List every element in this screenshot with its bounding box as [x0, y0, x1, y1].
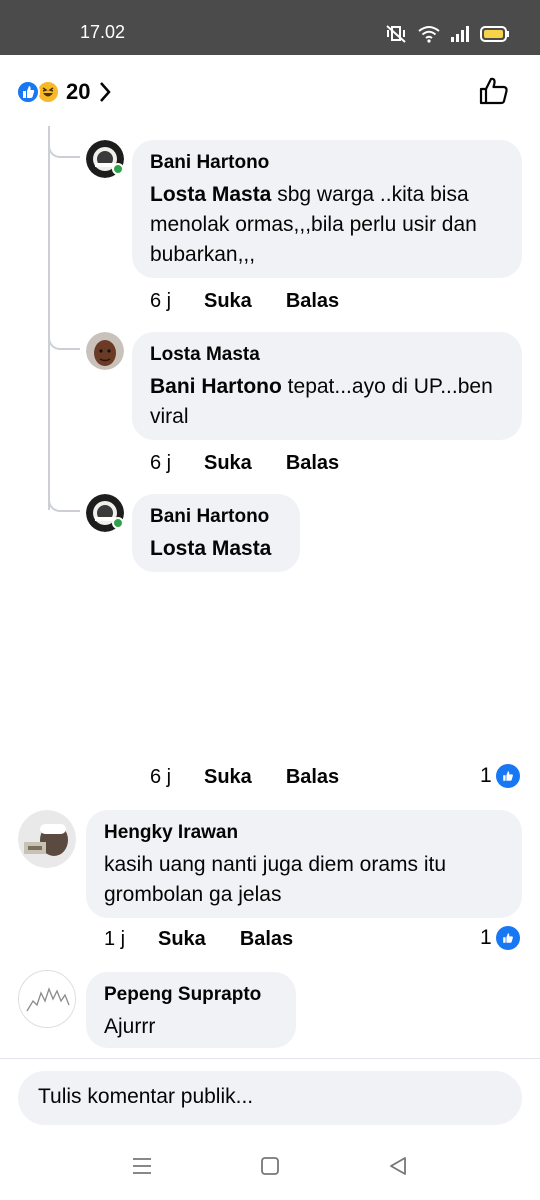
reply-link[interactable]: Balas [286, 452, 339, 475]
reply-link[interactable]: Balas [286, 290, 339, 313]
reply-link[interactable]: Balas [240, 928, 293, 951]
like-reaction-icon [495, 926, 520, 950]
comment-text: Bani Hartono tepat...ayo di UP...ben vir… [150, 375, 493, 428]
like-reaction-icon [16, 80, 40, 104]
comment-text: kasih uang nanti juga diem orams itu gro… [104, 853, 447, 906]
avatar[interactable] [18, 810, 76, 868]
mention-tag[interactable]: Bani Hartono [150, 375, 282, 398]
comment-like-count[interactable]: 1 [480, 926, 520, 950]
thread-branch [48, 338, 80, 350]
vibrate-mute-icon [386, 25, 406, 43]
comment-bubble[interactable]: Losta Masta Bani Hartono tepat...ayo di … [132, 332, 522, 440]
author-name[interactable]: Pepeng Suprapto [104, 984, 278, 1006]
battery-icon [480, 26, 509, 42]
mention-tag[interactable]: Losta Masta [150, 183, 271, 206]
comment-actions: 6 j Suka Balas [150, 766, 373, 789]
mention-tag[interactable]: Losta Masta [150, 537, 271, 560]
comment-time[interactable]: 6 j [150, 290, 204, 313]
like-link[interactable]: Suka [158, 928, 206, 951]
like-count-value: 1 [480, 926, 492, 949]
avatar[interactable] [86, 332, 124, 370]
thread-line [48, 126, 50, 510]
comment-text: Losta Masta [150, 534, 282, 564]
chevron-right-icon [100, 82, 112, 102]
author-name[interactable]: Bani Hartono [150, 506, 282, 528]
status-bar: 17.02 [0, 0, 540, 55]
comment-time[interactable]: 6 j [150, 452, 204, 475]
comment-composer-bar: Tulis komentar publik... [0, 1058, 540, 1140]
home-square-icon[interactable] [260, 1156, 280, 1176]
reactions-summary[interactable]: 20 [16, 79, 112, 105]
online-indicator [112, 517, 124, 529]
author-name[interactable]: Losta Masta [150, 344, 504, 366]
status-time: 17.02 [80, 22, 126, 42]
system-nav-bar [0, 1140, 540, 1200]
comment-actions: 6 j Suka Balas [150, 290, 373, 313]
wifi-icon [418, 26, 440, 43]
thread-branch [48, 500, 80, 512]
reaction-count: 20 [66, 79, 91, 104]
reply-link[interactable]: Balas [286, 766, 339, 789]
comment-bubble[interactable]: Bani Hartono Losta Masta [132, 494, 300, 572]
author-name[interactable]: Hengky Irawan [104, 822, 504, 844]
online-indicator [112, 163, 124, 175]
reactions-header: 20 [0, 55, 540, 125]
comment-input[interactable]: Tulis komentar publik... [18, 1071, 522, 1125]
thumbs-up-outline-icon[interactable] [478, 75, 510, 107]
like-count-value: 1 [480, 764, 492, 787]
avatar[interactable] [18, 970, 76, 1028]
comment-time[interactable]: 1 j [104, 928, 158, 951]
comment-text: Losta Masta sbg warga ..kita bisa menola… [150, 183, 477, 266]
signal-icon [451, 26, 469, 42]
status-icons [384, 22, 510, 46]
comment-text: Ajurrr [104, 1015, 156, 1038]
comment-bubble[interactable]: Hengky Irawan kasih uang nanti juga diem… [86, 810, 522, 918]
comment-actions: 1 j Suka Balas [104, 928, 327, 951]
back-triangle-icon[interactable] [388, 1156, 408, 1176]
comment-bubble[interactable]: Bani Hartono Losta Masta sbg warga ..kit… [132, 140, 522, 278]
comment-time[interactable]: 6 j [150, 766, 204, 789]
like-reaction-icon [495, 764, 520, 788]
like-link[interactable]: Suka [204, 290, 252, 313]
like-link[interactable]: Suka [204, 452, 252, 475]
comment-actions: 6 j Suka Balas [150, 452, 373, 475]
like-link[interactable]: Suka [204, 766, 252, 789]
author-name[interactable]: Bani Hartono [150, 152, 504, 174]
comment-like-count[interactable]: 1 [480, 764, 520, 788]
comment-bubble[interactable]: Pepeng Suprapto Ajurrr [86, 972, 296, 1048]
thread-branch [48, 146, 80, 158]
menu-icon[interactable] [132, 1156, 152, 1176]
